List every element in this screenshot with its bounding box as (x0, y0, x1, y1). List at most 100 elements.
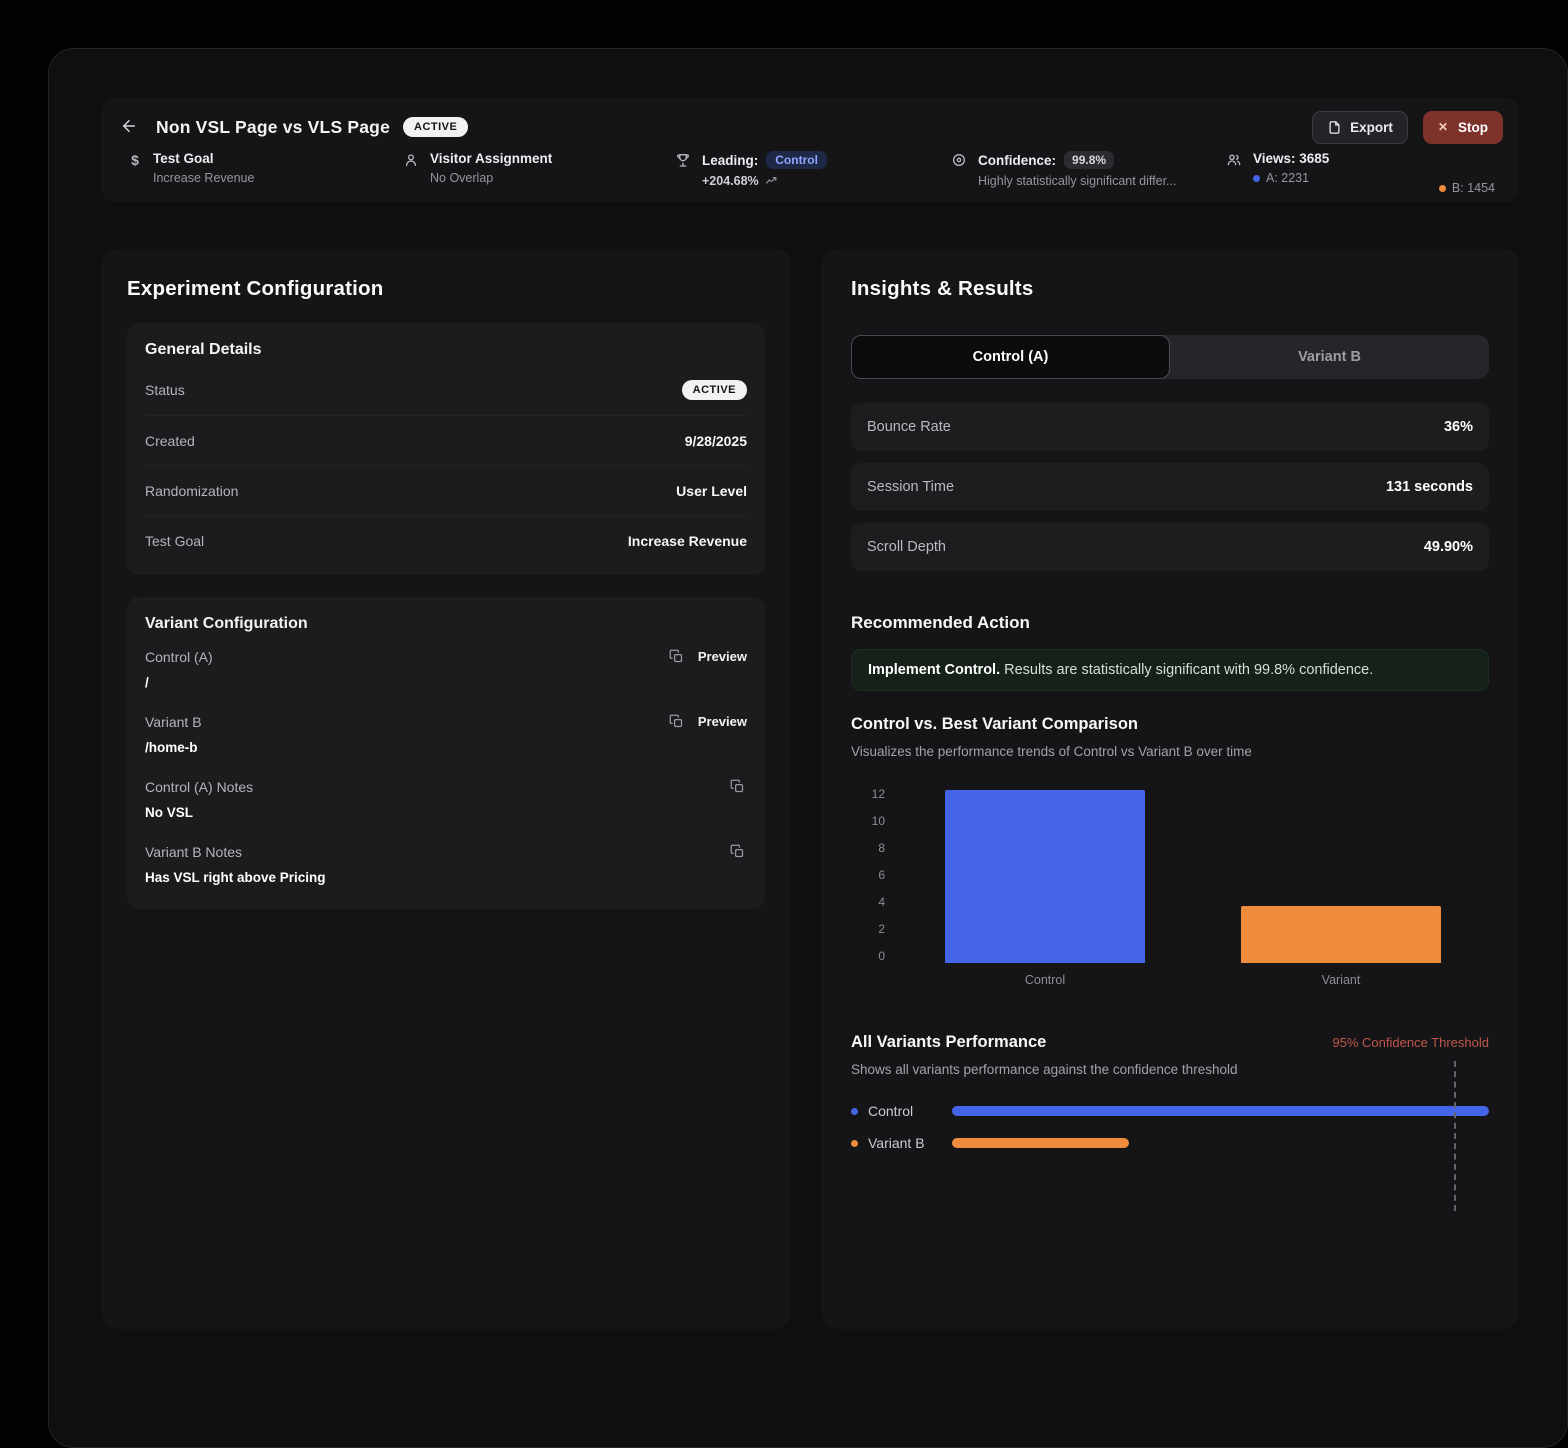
comparison-bar-chart: 12 10 8 6 4 2 0 (851, 787, 1489, 963)
stat-views: Views: 3685 A: 2231 (1226, 151, 1329, 185)
variant-b-bar-track (952, 1138, 1489, 1148)
stat-leading-label: Leading: Control (702, 151, 827, 169)
performance-subtitle: Shows all variants performance against t… (851, 1062, 1238, 1077)
copy-icon[interactable] (728, 777, 747, 796)
copy-icon[interactable] (728, 842, 747, 861)
all-variants-performance-section: All Variants Performance 95% Confidence … (851, 1033, 1489, 1211)
main-content: Experiment Configuration General Details… (101, 249, 1519, 1329)
metric-scroll-depth: Scroll Depth 49.90% (851, 523, 1489, 571)
metrics-list: Bounce Rate 36% Session Time 131 seconds… (851, 403, 1489, 571)
stat-test-goal-value: Increase Revenue (153, 171, 255, 185)
stat-visitor-assignment-value: No Overlap (430, 171, 494, 185)
leading-variant-badge: Control (766, 151, 827, 169)
header-top-row: Non VSL Page vs VLS Page ACTIVE Export ✕… (115, 109, 1503, 145)
header-stats-row: $ Test Goal Increase Revenue Visitor Ass… (115, 151, 1503, 199)
leading-text: Leading: (702, 152, 759, 168)
tab-control-a[interactable]: Control (A) (851, 335, 1170, 379)
arrow-left-icon (120, 117, 138, 138)
performance-bars: Control Variant B (851, 1103, 1489, 1151)
metric-value: 49.90% (1423, 539, 1473, 555)
variant-bar (1241, 905, 1441, 963)
preview-link[interactable]: Preview (698, 714, 747, 729)
variant-group-b-notes: Variant B Notes Has VSL right above Pric… (145, 842, 747, 885)
metric-session-time: Session Time 131 seconds (851, 463, 1489, 511)
variant-value: /home-b (145, 740, 198, 755)
status-value-badge: ACTIVE (681, 380, 747, 400)
variant-b-performance-bar (952, 1138, 1130, 1148)
stat-test-goal: $ Test Goal Increase Revenue (126, 151, 254, 185)
stop-button[interactable]: ✕ Stop (1422, 110, 1503, 144)
recommendation-text: Results are statistically significant wi… (1004, 662, 1374, 678)
y-tick-label: 0 (878, 949, 885, 963)
stat-confidence-label: Confidence: 99.8% (978, 151, 1176, 169)
performance-row-variant-b: Variant B (851, 1135, 1489, 1151)
variant-label: Variant B (145, 713, 202, 730)
variant-value: Has VSL right above Pricing (145, 870, 326, 885)
recommendation-strong: Implement Control. (868, 662, 1001, 678)
confidence-text: Confidence: (978, 152, 1057, 168)
recommended-action-banner: Implement Control. Results are statistica… (851, 649, 1489, 691)
recommended-action-title: Recommended Action (851, 613, 1030, 632)
dollar-icon: $ (131, 152, 139, 168)
general-row-created: Created 9/28/2025 (145, 415, 747, 465)
x-tick-control: Control (1024, 973, 1066, 987)
y-tick-label: 10 (871, 814, 885, 828)
row-value: Increase Revenue (627, 532, 747, 549)
row-label: Randomization (145, 482, 239, 499)
control-performance-bar (952, 1106, 1489, 1116)
y-tick-label: 8 (878, 841, 885, 855)
metric-label: Scroll Depth (867, 539, 946, 555)
stop-button-label: Stop (1458, 119, 1488, 135)
x-tick-variant: Variant (1321, 973, 1361, 987)
person-icon (403, 152, 421, 185)
y-tick-label: 12 (871, 787, 885, 801)
variant-label: Control (A) (145, 648, 213, 665)
close-icon: ✕ (1437, 120, 1448, 134)
experiment-configuration-panel: Experiment Configuration General Details… (101, 249, 791, 1329)
copy-icon[interactable] (667, 712, 686, 731)
variant-value: No VSL (145, 805, 194, 820)
document-icon (1327, 120, 1342, 135)
stat-views-a: A: 2231 (1253, 171, 1329, 185)
y-tick-label: 6 (878, 868, 885, 882)
performance-title: All Variants Performance (851, 1033, 1047, 1051)
back-button[interactable] (115, 113, 143, 141)
variant-tabs: Control (A) Variant B (851, 335, 1489, 379)
confidence-threshold-line (1453, 1061, 1456, 1211)
preview-link[interactable]: Preview (698, 649, 747, 664)
app-window: Non VSL Page vs VLS Page ACTIVE Export ✕… (48, 48, 1568, 1448)
performance-row-control: Control (851, 1103, 1489, 1119)
performance-label-control: Control (868, 1103, 914, 1119)
y-tick-label: 2 (878, 922, 885, 936)
variant-value: / (145, 675, 149, 690)
variant-label: Control (A) Notes (145, 778, 254, 795)
insights-results-title: Insights & Results (851, 277, 1034, 300)
stat-views-label: Views: 3685 (1253, 151, 1330, 166)
general-row-test-goal: Test Goal Increase Revenue (145, 515, 747, 565)
comparison-x-axis: Control Variant (897, 973, 1489, 987)
stat-leading: Leading: Control +204.68% (675, 151, 827, 188)
metric-value: 131 seconds (1385, 479, 1473, 495)
stat-confidence: Confidence: 99.8% Highly statistically s… (951, 151, 1176, 188)
stat-confidence-note: Highly statistically significant differ.… (978, 174, 1177, 188)
general-details-title: General Details (145, 341, 262, 358)
stat-test-goal-label: Test Goal (153, 151, 214, 166)
variant-group-control-notes: Control (A) Notes No VSL (145, 777, 747, 820)
trending-up-icon (765, 175, 778, 188)
comparison-chart-subtitle: Visualizes the performance trends of Con… (851, 744, 1252, 759)
control-bar (945, 789, 1145, 963)
insights-results-panel: Insights & Results Control (A) Variant B… (821, 249, 1519, 1329)
export-button[interactable]: Export (1312, 110, 1408, 144)
variant-configuration-card: Variant Configuration Control (A) Previe… (127, 597, 765, 909)
comparison-plot-area (897, 787, 1489, 963)
row-label: Created (145, 432, 195, 449)
copy-icon[interactable] (667, 647, 686, 666)
confidence-badge: 99.8% (1064, 151, 1115, 169)
leading-delta-value: +204.68% (702, 174, 759, 188)
variant-group-b: Variant B Preview /home-b (145, 712, 747, 756)
performance-label-variant-b: Variant B (868, 1135, 925, 1151)
variant-a-dot (1253, 174, 1260, 182)
comparison-chart-title: Control vs. Best Variant Comparison (851, 715, 1138, 733)
tab-variant-b[interactable]: Variant B (1170, 335, 1489, 379)
stat-leading-delta: +204.68% (702, 174, 827, 188)
